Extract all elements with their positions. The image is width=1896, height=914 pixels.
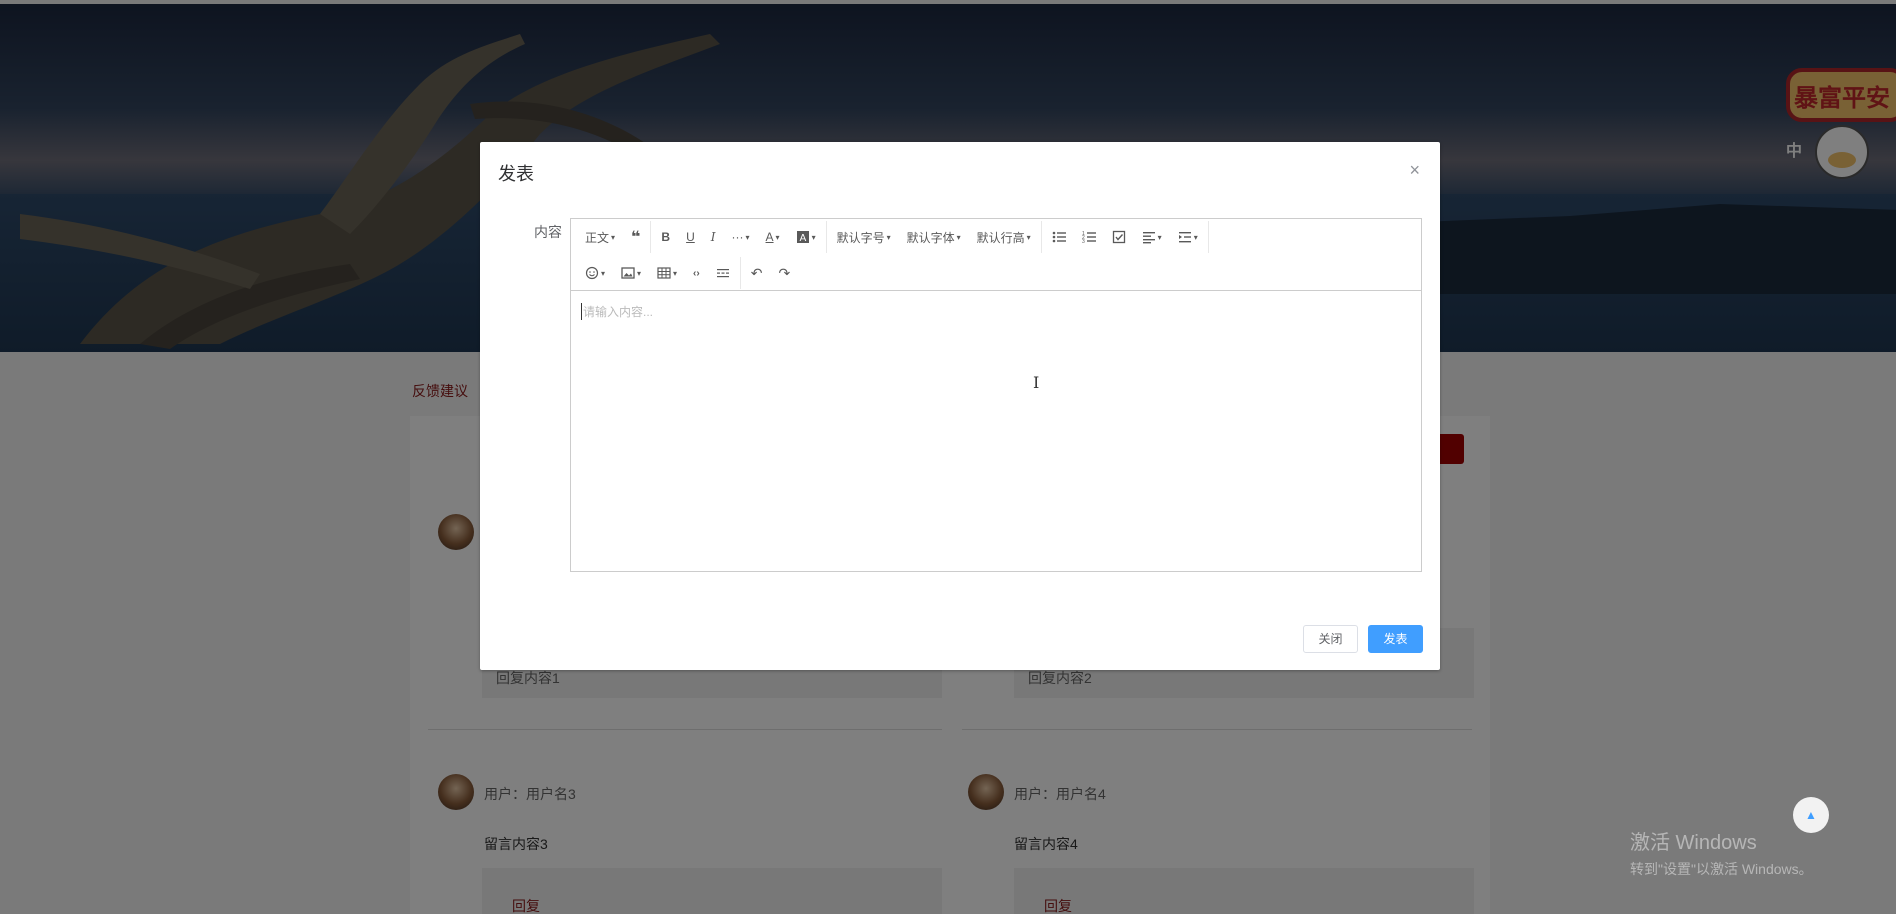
align-dropdown[interactable]: ▾	[1134, 219, 1170, 255]
svg-text:3: 3	[1082, 239, 1085, 244]
text-cursor-icon: I	[1033, 373, 1040, 392]
numbered-list-icon[interactable]: 123	[1074, 219, 1104, 255]
publish-button[interactable]: 发表	[1368, 625, 1423, 653]
italic-icon[interactable]: I	[703, 219, 724, 255]
divider-icon[interactable]	[708, 255, 738, 291]
editor-placeholder: 请输入内容...	[581, 303, 654, 320]
editor-content-area[interactable]: 请输入内容... I	[571, 291, 1421, 571]
more-format-dropdown[interactable]: ··· ▾	[724, 219, 758, 255]
dialog-title: 发表	[498, 164, 534, 184]
font-family-dropdown[interactable]: 默认字体 ▾	[899, 219, 969, 255]
quote-icon[interactable]: ❝	[623, 219, 648, 255]
table-dropdown[interactable]: ▾	[649, 255, 685, 291]
undo-icon[interactable]: ↶	[743, 255, 771, 291]
font-color-dropdown[interactable]: A ▾	[758, 219, 788, 255]
background-color-dropdown[interactable]: A ▾	[788, 219, 824, 255]
todo-checkbox-icon[interactable]	[1104, 219, 1134, 255]
close-button[interactable]: 关闭	[1303, 625, 1358, 653]
bold-icon[interactable]: B	[653, 219, 678, 255]
bulleted-list-icon[interactable]	[1044, 219, 1074, 255]
code-icon[interactable]: ‹›	[685, 255, 708, 291]
font-size-dropdown[interactable]: 默认字号 ▾	[829, 219, 899, 255]
heading-dropdown[interactable]: 正文 ▾	[571, 219, 623, 255]
rich-text-editor: 正文 ▾ ❝ B U I ··· ▾ A ▾ A ▾ 默认字号 ▾ 默认字体 ▾ 默认行高 ▾…	[570, 218, 1422, 572]
windows-activation-watermark: 激活 Windows 转到"设置"以激活 Windows。	[1630, 826, 1813, 879]
activate-title: 激活 Windows	[1630, 832, 1757, 854]
svg-text:A: A	[799, 233, 806, 244]
line-height-dropdown[interactable]: 默认行高 ▾	[969, 219, 1039, 255]
content-label: 内容	[534, 224, 562, 240]
emoji-dropdown[interactable]: ▾	[571, 255, 613, 291]
editor-toolbar: 正文 ▾ ❝ B U I ··· ▾ A ▾ A ▾ 默认字号 ▾ 默认字体 ▾ 默认行高 ▾…	[571, 219, 1421, 291]
underline-icon[interactable]: U	[678, 219, 703, 255]
indent-dropdown[interactable]: ▾	[1170, 219, 1206, 255]
image-dropdown[interactable]: ▾	[613, 255, 649, 291]
publish-dialog: 发表 × 内容 正文 ▾ ❝ B U I ··· ▾ A ▾ A ▾ 默认字号 ▾ 默认字…	[480, 142, 1440, 670]
redo-icon[interactable]: ↷	[770, 255, 798, 291]
activate-subtitle: 转到"设置"以激活 Windows。	[1630, 861, 1813, 877]
close-icon[interactable]: ×	[1409, 160, 1420, 181]
